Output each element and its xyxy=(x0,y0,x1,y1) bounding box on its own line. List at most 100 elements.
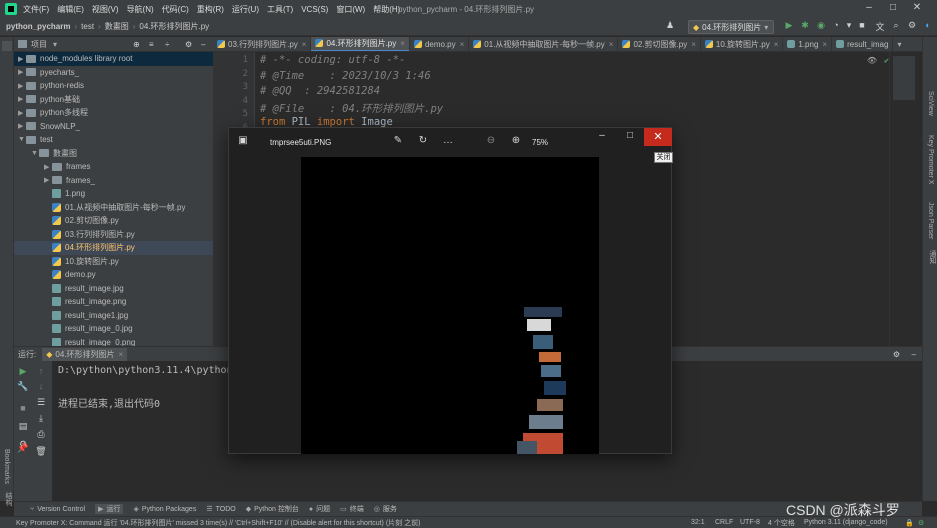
scroll-to-end-icon[interactable]: ⤓ xyxy=(35,413,47,424)
close-tab-icon[interactable]: × xyxy=(822,40,827,49)
collapse-all-icon[interactable]: ≡ xyxy=(149,40,154,49)
tool-window-button[interactable]: ▭ 终端 xyxy=(340,504,364,514)
notifications-tool-label[interactable]: 通知 xyxy=(927,250,937,264)
tree-item[interactable]: ▶ SnowNLP_ xyxy=(14,120,213,134)
editor-tab[interactable]: 1.png × xyxy=(783,37,833,51)
rerun-icon[interactable]: ▶ xyxy=(17,366,29,377)
menu-item[interactable]: 窗口(W) xyxy=(336,4,365,15)
chevron-down-icon[interactable]: ▼ xyxy=(31,150,39,157)
tree-item[interactable]: result_image_0.jpg xyxy=(14,322,213,336)
search-icon[interactable]: ⌕ xyxy=(890,20,902,33)
debug-icon[interactable]: ✱ xyxy=(799,20,811,33)
expand-all-icon[interactable]: ÷ xyxy=(165,40,169,49)
close-tab-icon[interactable]: × xyxy=(609,40,614,49)
chevron-right-icon[interactable]: ▶ xyxy=(18,82,26,90)
restore-layout-icon[interactable]: ▤ xyxy=(17,421,29,432)
soft-wrap-icon[interactable]: ☰ xyxy=(35,397,47,408)
tree-item[interactable]: result_image_0.png xyxy=(14,336,213,346)
reader-mode-icon[interactable]: 👁 xyxy=(867,56,877,65)
rotate-icon[interactable]: ↻ xyxy=(416,135,430,149)
tool-window-button[interactable]: ▶ 运行 xyxy=(95,504,124,514)
editor-tab[interactable]: demo.py × xyxy=(410,37,470,51)
vcs-user-icon[interactable]: ♟ xyxy=(664,20,676,33)
breadcrumb-folder[interactable]: 數畫图 xyxy=(105,21,129,32)
tree-item[interactable]: 02.剪切图像.py xyxy=(14,214,213,228)
file-encoding[interactable]: UTF-8 xyxy=(740,519,760,526)
chevron-right-icon[interactable]: ▶ xyxy=(18,95,26,103)
tree-item[interactable]: ▶ python多线程 xyxy=(14,106,213,120)
editor-tab[interactable]: 02.剪切图像.py × xyxy=(618,37,701,51)
gear-icon[interactable]: ⚙ xyxy=(893,350,900,359)
editor-tab[interactable]: 03.行列排列图片.py × xyxy=(213,37,312,51)
tool-window-button[interactable]: ◈ Python Packages xyxy=(133,505,196,514)
key-promoter-tool-label[interactable]: Key Promoter X xyxy=(927,135,934,184)
editor-tab[interactable]: 01.从视频中抽取图片-每秒一帧.py × xyxy=(469,37,619,51)
breadcrumb-file[interactable]: 04.环形排列图片.py xyxy=(139,21,209,32)
close-tab-icon[interactable]: × xyxy=(302,40,307,49)
pin-icon[interactable]: 📌 xyxy=(17,443,29,454)
run-configuration-select[interactable]: ◆ 04.环形排列图片 ▾ xyxy=(688,20,774,34)
menu-item[interactable]: 代码(C) xyxy=(162,4,189,15)
menu-item[interactable]: VCS(S) xyxy=(301,5,328,14)
stop-icon[interactable]: ■ xyxy=(856,20,868,33)
trash-icon[interactable]: 🗑 xyxy=(35,446,47,457)
menu-item[interactable]: 工具(T) xyxy=(267,4,293,15)
status-message[interactable]: Key Promoter X: Command 运行 '04.环形排列图片' m… xyxy=(16,518,420,528)
coverage-icon[interactable]: ◉ xyxy=(815,20,827,33)
scroll-down-icon[interactable]: ↓ xyxy=(35,381,47,391)
structure-tool-label[interactable]: 结构 xyxy=(3,492,13,506)
tree-item[interactable]: result_image.png xyxy=(14,295,213,309)
project-tool-icon[interactable] xyxy=(2,41,12,51)
tool-window-button[interactable]: ☰ TODO xyxy=(206,505,235,514)
zoom-out-icon[interactable]: ⊖ xyxy=(484,135,498,149)
profile-icon[interactable]: ◔ xyxy=(830,20,842,33)
stop-icon[interactable]: ■ xyxy=(17,403,29,413)
zoom-in-icon[interactable]: ⊕ xyxy=(509,135,523,149)
menu-item[interactable]: 视图(V) xyxy=(92,4,119,15)
maximize-icon[interactable]: □ xyxy=(623,130,637,144)
tree-item[interactable]: 03.行列排列图片.py xyxy=(14,228,213,242)
chevron-right-icon[interactable]: ▶ xyxy=(18,122,26,130)
photos-close-button[interactable]: ✕ xyxy=(644,128,672,146)
menu-item[interactable]: 运行(U) xyxy=(232,4,259,15)
scroll-up-icon[interactable]: ↑ xyxy=(35,366,47,376)
photos-titlebar[interactable]: ▣ tmprsee5uti.PNG ✎ ↻ … ⊖ ⊕ 75% – □ ✕ xyxy=(229,128,672,156)
breadcrumb-folder-test[interactable]: test xyxy=(81,22,94,31)
gallery-icon[interactable]: ▣ xyxy=(236,135,250,149)
git-icon[interactable]: ⚙ xyxy=(918,519,924,527)
run-icon[interactable]: ▶ xyxy=(783,20,795,33)
menu-item[interactable]: 导航(N) xyxy=(127,4,154,15)
more-actions-icon[interactable]: ▾ xyxy=(843,20,855,33)
menu-item[interactable]: 文件(F) xyxy=(23,4,49,15)
json-parser-tool-label[interactable]: Json Parser xyxy=(927,202,934,239)
tree-item[interactable]: 1.png xyxy=(14,187,213,201)
close-window-icon[interactable]: ✕ xyxy=(910,2,924,13)
tree-item[interactable]: 01.从视频中抽取图片-每秒一帧.py xyxy=(14,201,213,215)
project-panel-title[interactable]: 项目 xyxy=(31,39,47,50)
chevron-down-icon[interactable]: ▼ xyxy=(18,136,26,143)
gear-icon[interactable]: ⚙ xyxy=(185,40,192,49)
editor-tab[interactable]: 04.环形排列图片.py × xyxy=(311,37,410,51)
close-tab-icon[interactable]: × xyxy=(400,39,405,48)
chevron-right-icon[interactable]: ▶ xyxy=(44,163,52,171)
chevron-right-icon[interactable]: ▶ xyxy=(44,176,52,184)
close-tab-icon[interactable]: × xyxy=(774,40,779,49)
menu-item[interactable]: 编辑(E) xyxy=(57,4,84,15)
breadcrumb-project[interactable]: python_pycharm xyxy=(6,22,70,31)
line-separator[interactable]: CRLF xyxy=(715,519,733,526)
edit-image-icon[interactable]: ✎ xyxy=(391,135,405,149)
minimap-viewport[interactable] xyxy=(893,56,915,100)
tree-item[interactable]: result_image.jpg xyxy=(14,282,213,296)
tool-window-button[interactable]: ⑂ Version Control xyxy=(30,506,85,513)
chevron-right-icon[interactable]: ▶ xyxy=(18,109,26,117)
tree-item[interactable]: ▶ pyecharts_ xyxy=(14,66,213,80)
menu-item[interactable]: 帮助(H) xyxy=(373,4,400,15)
tree-item[interactable]: ▼ 數畫图 xyxy=(14,147,213,161)
menu-item[interactable]: 重构(R) xyxy=(197,4,224,15)
tree-item[interactable]: ▶ node_modules library root xyxy=(14,52,213,66)
locate-icon[interactable]: ⊕ xyxy=(133,40,140,49)
tool-window-button[interactable]: ◆ Python 控制台 xyxy=(246,504,299,514)
settings-icon[interactable]: ⚙ xyxy=(906,20,918,33)
hide-panel-icon[interactable]: – xyxy=(912,350,916,359)
tree-item[interactable]: ▶ frames_ xyxy=(14,174,213,188)
